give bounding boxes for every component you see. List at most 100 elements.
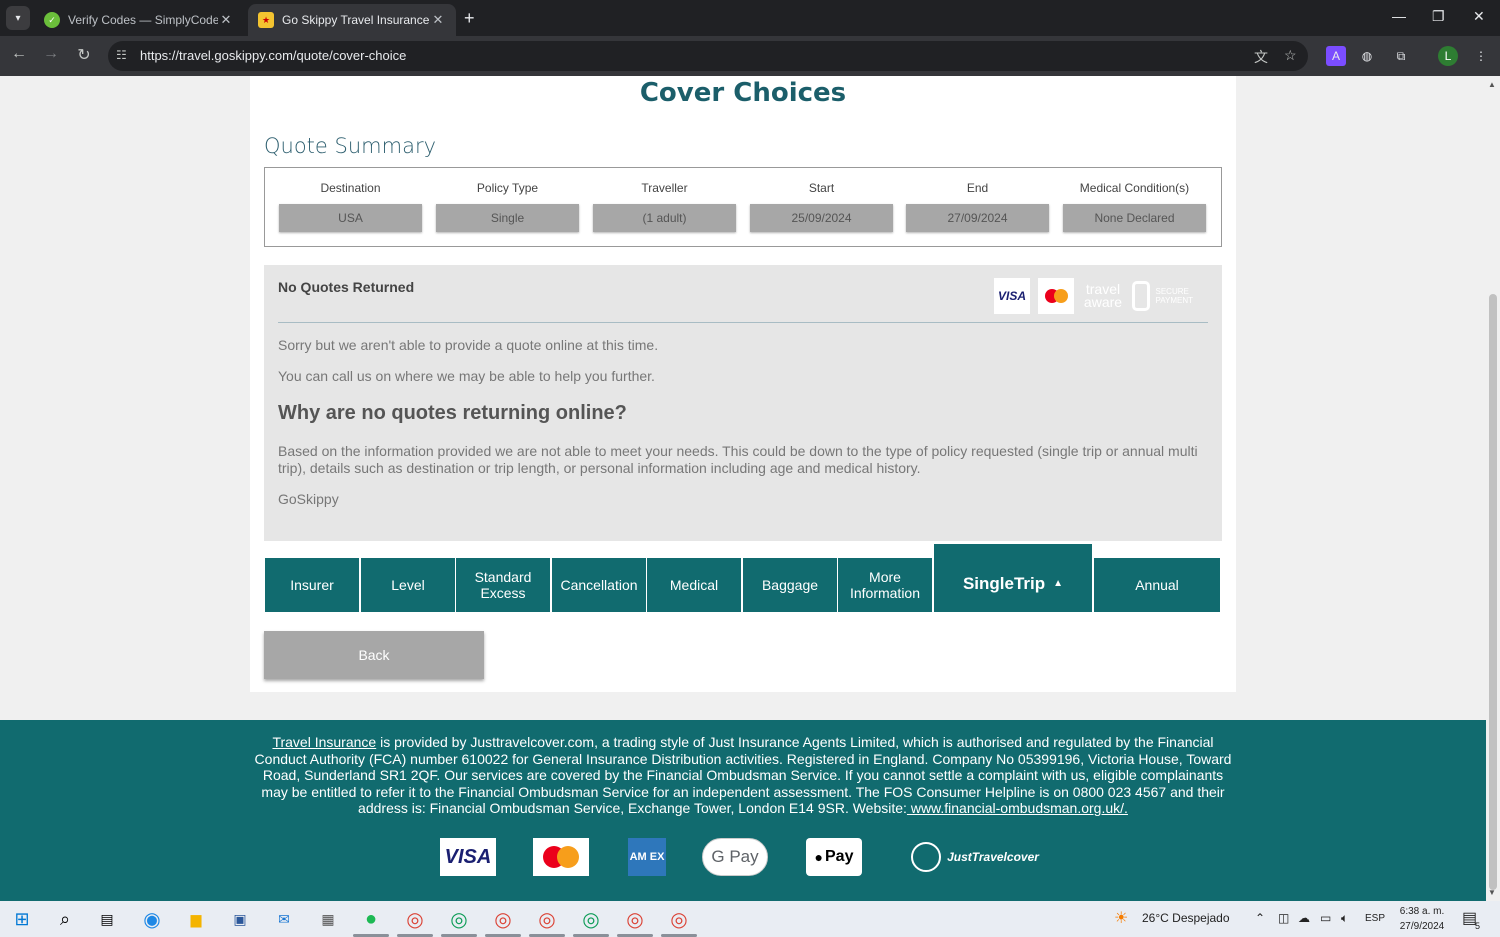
clock-date: 27/9/2024	[1399, 921, 1445, 932]
url-text[interactable]: https://travel.goskippy.com/quote/cover-…	[140, 48, 406, 63]
chrome-profile-icon[interactable]: ◎	[667, 907, 691, 931]
weather-text[interactable]: 26°C Despejado	[1142, 911, 1230, 925]
browser-tab-bar: ▾ ✓ Verify Codes — SimplyCodes ✕ ★ Go Sk…	[0, 0, 1500, 36]
bookmark-star-icon[interactable]: ☆	[1284, 47, 1297, 64]
spotify-icon[interactable]: ●	[359, 907, 383, 931]
summary-value: 25/09/2024	[750, 204, 893, 232]
browser-menu-icon[interactable]: ⋮	[1471, 46, 1491, 66]
visa-logo-icon: VISA	[440, 838, 496, 876]
profile-avatar[interactable]: L	[1438, 46, 1458, 66]
tab-cancellation[interactable]: Cancellation	[552, 558, 646, 612]
volume-icon[interactable]: 🔈︎	[1341, 911, 1348, 926]
tab-annual[interactable]: Annual	[1094, 558, 1220, 612]
translate-icon[interactable]: 文	[1254, 47, 1268, 67]
minimize-icon[interactable]: —	[1392, 8, 1406, 24]
tab-medical[interactable]: Medical	[647, 558, 741, 612]
no-quotes-message: Sorry but we aren't able to provide a qu…	[278, 337, 659, 353]
caret-up-icon: ▲	[1053, 578, 1064, 589]
notification-count: 5	[1475, 921, 1481, 931]
meet-now-icon[interactable]: ◫	[1278, 911, 1289, 925]
summary-label: Policy Type	[476, 181, 539, 195]
calculator-icon[interactable]: ▦	[316, 907, 340, 931]
close-tab-icon[interactable]: ✕	[430, 12, 446, 28]
ombudsman-link[interactable]: www.financial-ombudsman.org.uk/.	[907, 800, 1128, 816]
tab-level[interactable]: Level	[361, 558, 455, 612]
browser-toolbar: ← → ↻ ☷ https://travel.goskippy.com/quot…	[0, 36, 1500, 76]
new-tab-icon[interactable]: +	[464, 8, 475, 29]
page-title: Cover Choices	[639, 78, 847, 108]
browser-tab-goskippy[interactable]: ★ Go Skippy Travel Insurance | Co ✕	[248, 4, 456, 36]
chrome-profile-icon[interactable]: ◎	[623, 907, 647, 931]
travel-aware-badge: travel aware	[1083, 281, 1123, 310]
mastercard-badge-icon	[1038, 278, 1074, 314]
apple-pay-label: Pay	[825, 848, 854, 865]
close-window-icon[interactable]: ✕	[1473, 8, 1485, 25]
task-view-icon[interactable]: ▤	[95, 907, 119, 931]
simplycodes-favicon-icon: ✓	[44, 12, 60, 28]
scrollbar-thumb[interactable]	[1489, 294, 1497, 890]
page-viewport: Cover Choices Quote Summary Destination …	[0, 76, 1486, 901]
extension-a-icon[interactable]: A	[1326, 46, 1346, 66]
clock[interactable]: 6:38 a. m. 27/9/2024	[1396, 904, 1448, 934]
summary-value: None Declared	[1063, 204, 1206, 232]
chrome-profile-icon[interactable]: ◎	[447, 907, 471, 931]
clock-time: 6:38 a. m.	[1399, 906, 1445, 917]
summary-value: Single	[436, 204, 579, 232]
site-info-icon[interactable]: ☷	[116, 48, 127, 62]
address-bar[interactable]: ☷ https://travel.goskippy.com/quote/cove…	[108, 41, 1308, 71]
back-button[interactable]: Back	[264, 631, 484, 679]
quote-summary-box: Destination USA Policy Type Single Trave…	[264, 167, 1222, 247]
tab-search-button[interactable]: ▾	[6, 6, 30, 30]
summary-value: (1 adult)	[593, 204, 736, 232]
quote-summary-title: Quote Summary	[264, 134, 436, 158]
tab-title: Go Skippy Travel Insurance | Co	[282, 13, 430, 27]
weather-icon[interactable]: ☀	[1114, 908, 1128, 928]
chrome-icon[interactable]: ◎	[403, 907, 427, 931]
summary-label: Destination	[320, 181, 381, 195]
tray-chevron-icon[interactable]: ⌃	[1255, 911, 1265, 925]
tab-standard-excess[interactable]: Standard Excess	[456, 558, 550, 612]
goskippy-favicon-icon: ★	[258, 12, 274, 28]
justtravelcover-label: JustTravelcover	[947, 850, 1039, 864]
no-quotes-panel: No Quotes Returned VISA travel aware SEC…	[264, 265, 1222, 541]
page-scrollbar[interactable]: ▲ ▼	[1486, 76, 1500, 901]
chrome-profile-icon[interactable]: ◎	[535, 907, 559, 931]
padlock-icon	[1132, 281, 1150, 311]
scroll-down-icon[interactable]: ▼	[1488, 888, 1496, 897]
summary-label: Traveller	[641, 181, 688, 195]
tab-baggage[interactable]: Baggage	[743, 558, 837, 612]
extensions-puzzle-icon[interactable]: ⧉	[1391, 46, 1411, 66]
chrome-profile-icon[interactable]: ◎	[579, 907, 603, 931]
scroll-up-icon[interactable]: ▲	[1488, 80, 1496, 89]
cover-tabs: Insurer Level Standard Excess Cancellati…	[264, 544, 1222, 612]
travel-insurance-link[interactable]: Travel Insurance	[272, 734, 376, 750]
forward-arrow-icon[interactable]: →	[40, 45, 62, 63]
no-quotes-heading: No Quotes Returned	[278, 279, 415, 295]
extension-globe-icon[interactable]: ◍	[1357, 46, 1377, 66]
network-icon[interactable]: ▭	[1320, 911, 1331, 925]
windows-start-icon[interactable]: ⊞	[10, 907, 34, 931]
onedrive-icon[interactable]: ☁	[1298, 911, 1310, 925]
close-tab-icon[interactable]: ✕	[218, 12, 234, 28]
tab-insurer[interactable]: Insurer	[265, 558, 359, 612]
restore-icon[interactable]: ❐	[1432, 8, 1445, 25]
file-explorer-icon[interactable]: ▆	[184, 907, 208, 931]
secure-payment-badge: SECURE PAYMENT	[1132, 278, 1208, 314]
tab-singletrip[interactable]: SingleTrip ▲	[934, 544, 1092, 612]
mail-icon[interactable]: ✉	[272, 907, 296, 931]
tab-title: Verify Codes — SimplyCodes	[68, 13, 218, 27]
summary-label: End	[966, 181, 989, 195]
store-icon[interactable]: ▣	[228, 907, 252, 931]
edge-icon[interactable]: ◉	[140, 907, 164, 931]
tab-more-information[interactable]: More Information	[838, 558, 932, 612]
reload-icon[interactable]: ↻	[73, 45, 95, 65]
chrome-profile-icon[interactable]: ◎	[491, 907, 515, 931]
search-icon[interactable]: ⌕	[53, 907, 77, 931]
language-indicator[interactable]: ESP	[1365, 913, 1385, 924]
globe-icon	[911, 842, 942, 872]
call-us-message: You can call us on where we may be able …	[278, 368, 655, 384]
back-arrow-icon[interactable]: ←	[8, 45, 30, 63]
footer: Travel Insurance is provided by Justtrav…	[0, 720, 1486, 901]
browser-tab-simplycodes[interactable]: ✓ Verify Codes — SimplyCodes ✕	[34, 4, 244, 36]
apple-icon: ●	[814, 849, 823, 865]
